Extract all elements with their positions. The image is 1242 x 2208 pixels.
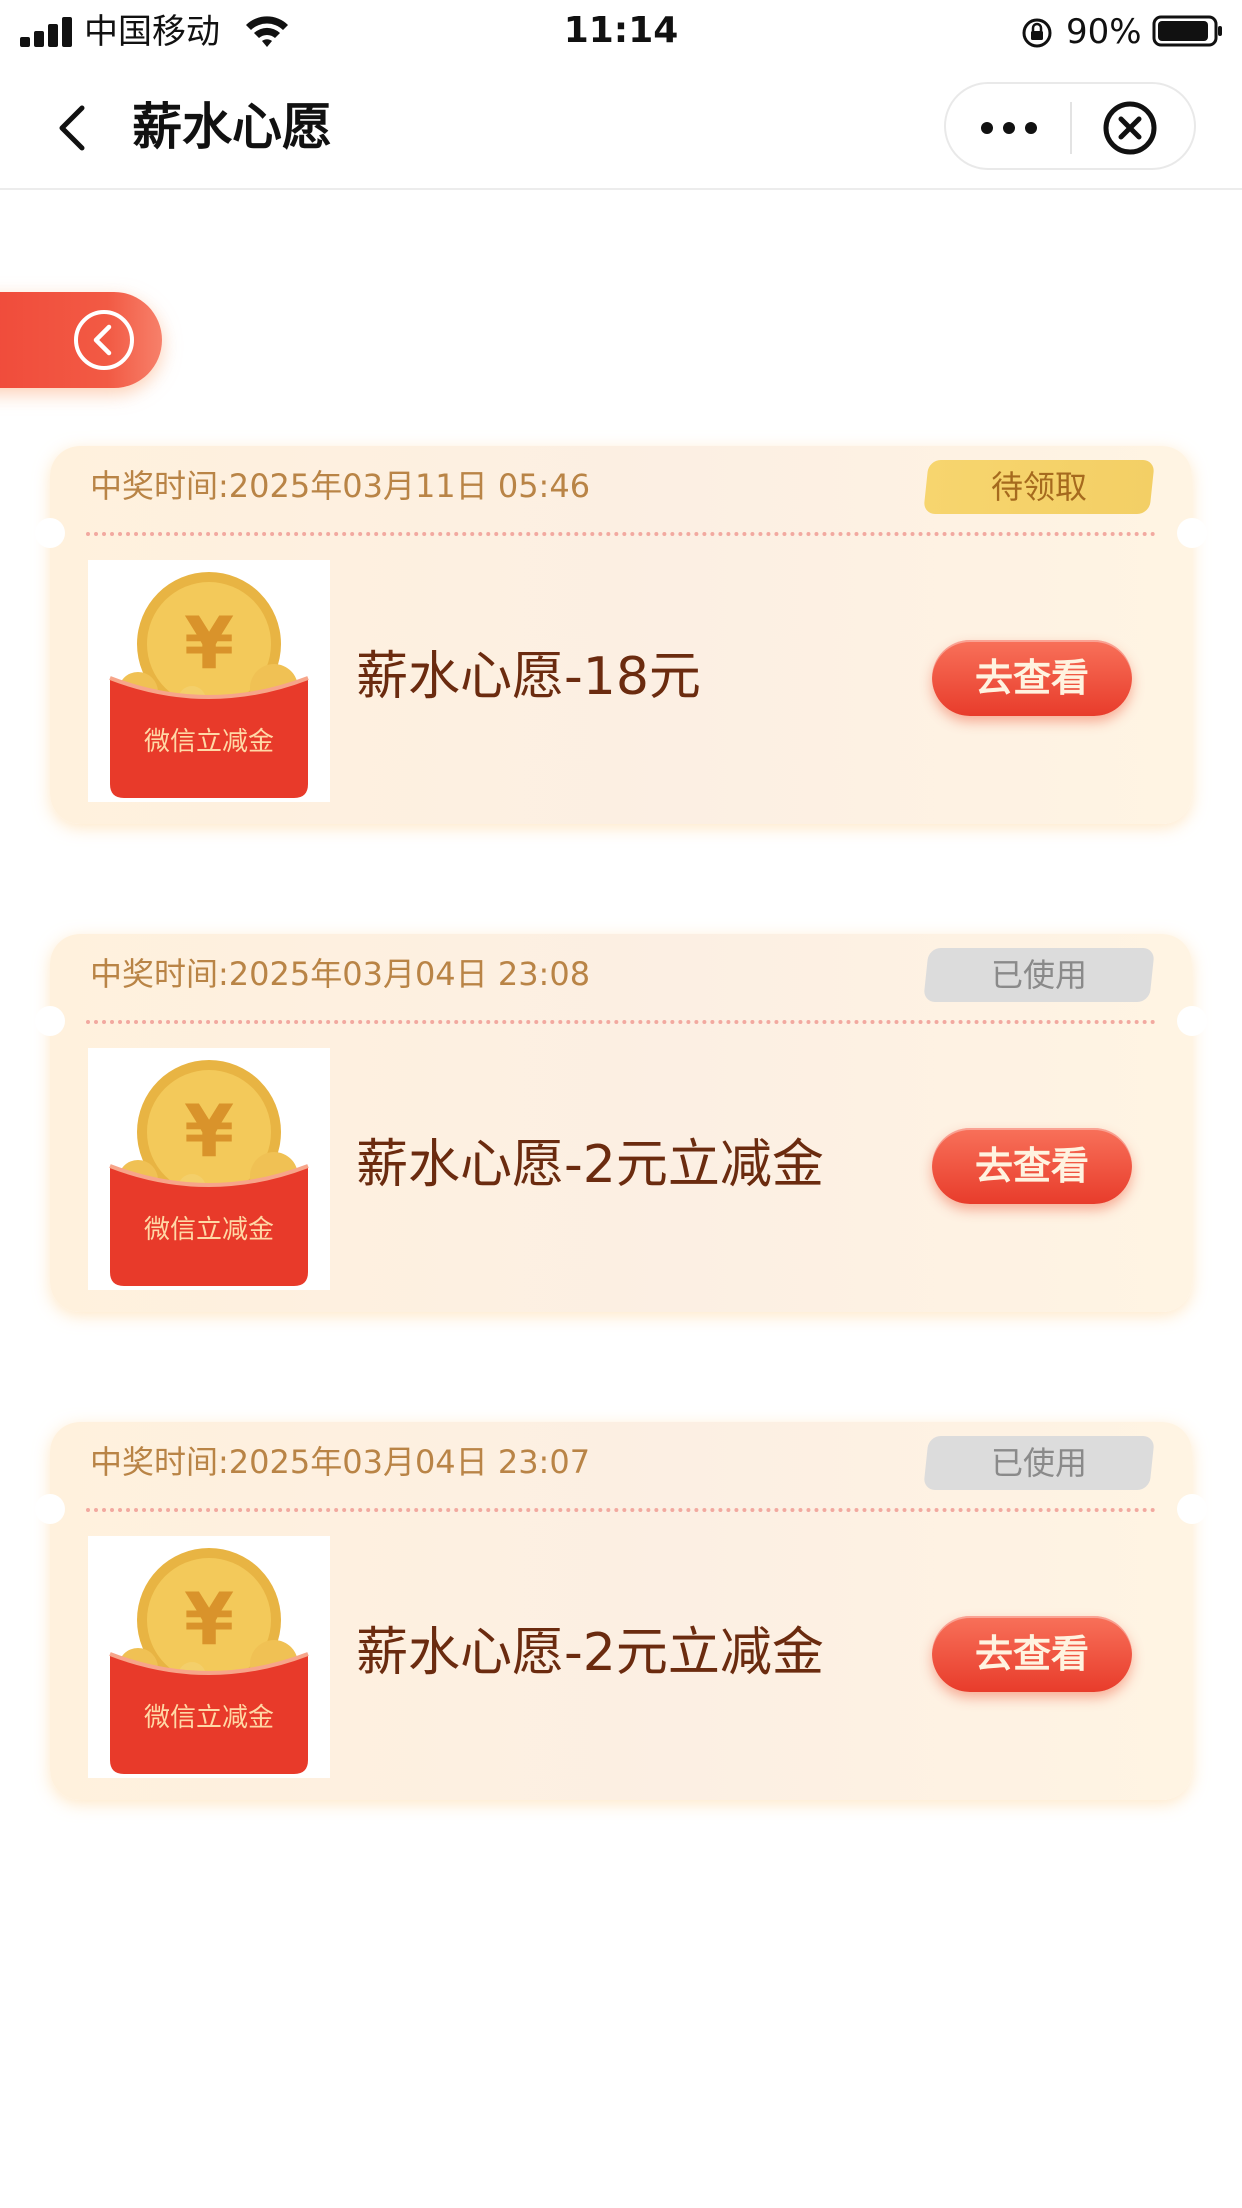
prize-card: 中奖时间:2025年03月11日 05:46 待领取 ¥ 微信立减金 薪水心愿-… (35, 446, 1207, 824)
red-envelope-image: ¥ 微信立减金 (88, 560, 330, 802)
prize-name: 薪水心愿-2元立减金 (356, 1135, 824, 1195)
prize-card-header: 中奖时间:2025年03月11日 05:46 待领取 (50, 446, 1192, 542)
prize-name: 薪水心愿-2元立减金 (356, 1623, 824, 1683)
card-notch-left (35, 518, 65, 548)
red-envelope-icon: ¥ 微信立减金 (109, 1060, 309, 1286)
capsule-divider (1070, 102, 1072, 154)
close-icon[interactable] (1102, 100, 1158, 156)
prize-card: 中奖时间:2025年03月04日 23:08 已使用 ¥ 微信立减金 薪水心愿-… (35, 934, 1207, 1312)
prize-card-header: 中奖时间:2025年03月04日 23:08 已使用 (50, 934, 1192, 1030)
mini-program-capsule (944, 82, 1196, 170)
view-button[interactable]: 去查看 (932, 640, 1132, 716)
svg-text:¥: ¥ (184, 601, 234, 685)
prize-card: 中奖时间:2025年03月04日 23:07 已使用 ¥ 微信立减金 薪水心愿-… (35, 1422, 1207, 1800)
card-notch-right (1177, 1494, 1207, 1524)
view-button[interactable]: 去查看 (932, 1128, 1132, 1204)
dashed-divider (86, 1020, 1156, 1024)
svg-text:¥: ¥ (184, 1089, 234, 1173)
status-badge: 已使用 (923, 948, 1155, 1002)
win-time: 中奖时间:2025年03月11日 05:46 (90, 467, 591, 505)
floating-back-button[interactable] (0, 292, 162, 388)
card-notch-left (35, 1006, 65, 1036)
nav-bar: 薪水心愿 (0, 64, 1242, 190)
battery-percentage: 90% (1066, 12, 1142, 52)
more-icon[interactable] (974, 106, 1044, 150)
red-envelope-icon: ¥ 微信立减金 (109, 572, 309, 798)
prize-name: 薪水心愿-18元 (356, 647, 701, 707)
red-envelope-image: ¥ 微信立减金 (88, 1048, 330, 1290)
status-badge: 待领取 (923, 460, 1155, 514)
prize-card-header: 中奖时间:2025年03月04日 23:07 已使用 (50, 1422, 1192, 1518)
status-time: 11:14 (563, 10, 679, 51)
red-envelope-image: ¥ 微信立减金 (88, 1536, 330, 1778)
dashed-divider (86, 1508, 1156, 1512)
status-bar: 中国移动 11:14 90% (0, 0, 1242, 64)
view-button[interactable]: 去查看 (932, 1616, 1132, 1692)
red-envelope-icon: ¥ 微信立减金 (109, 1548, 309, 1774)
page-title: 薪水心愿 (132, 98, 332, 156)
win-time: 中奖时间:2025年03月04日 23:07 (90, 1443, 591, 1481)
card-notch-left (35, 1494, 65, 1524)
win-time: 中奖时间:2025年03月04日 23:08 (90, 955, 591, 993)
back-arrow-icon[interactable] (50, 98, 96, 158)
card-notch-right (1177, 1006, 1207, 1036)
battery-icon (1152, 15, 1222, 47)
status-badge: 已使用 (923, 1436, 1155, 1490)
svg-text:微信立减金: 微信立减金 (144, 727, 274, 757)
rotation-lock-icon (1022, 18, 1052, 48)
svg-text:微信立减金: 微信立减金 (144, 1215, 274, 1245)
dashed-divider (86, 532, 1156, 536)
svg-text:微信立减金: 微信立减金 (144, 1703, 274, 1733)
svg-text:¥: ¥ (184, 1577, 234, 1661)
card-notch-right (1177, 518, 1207, 548)
circle-chevron-left-icon (74, 310, 134, 370)
